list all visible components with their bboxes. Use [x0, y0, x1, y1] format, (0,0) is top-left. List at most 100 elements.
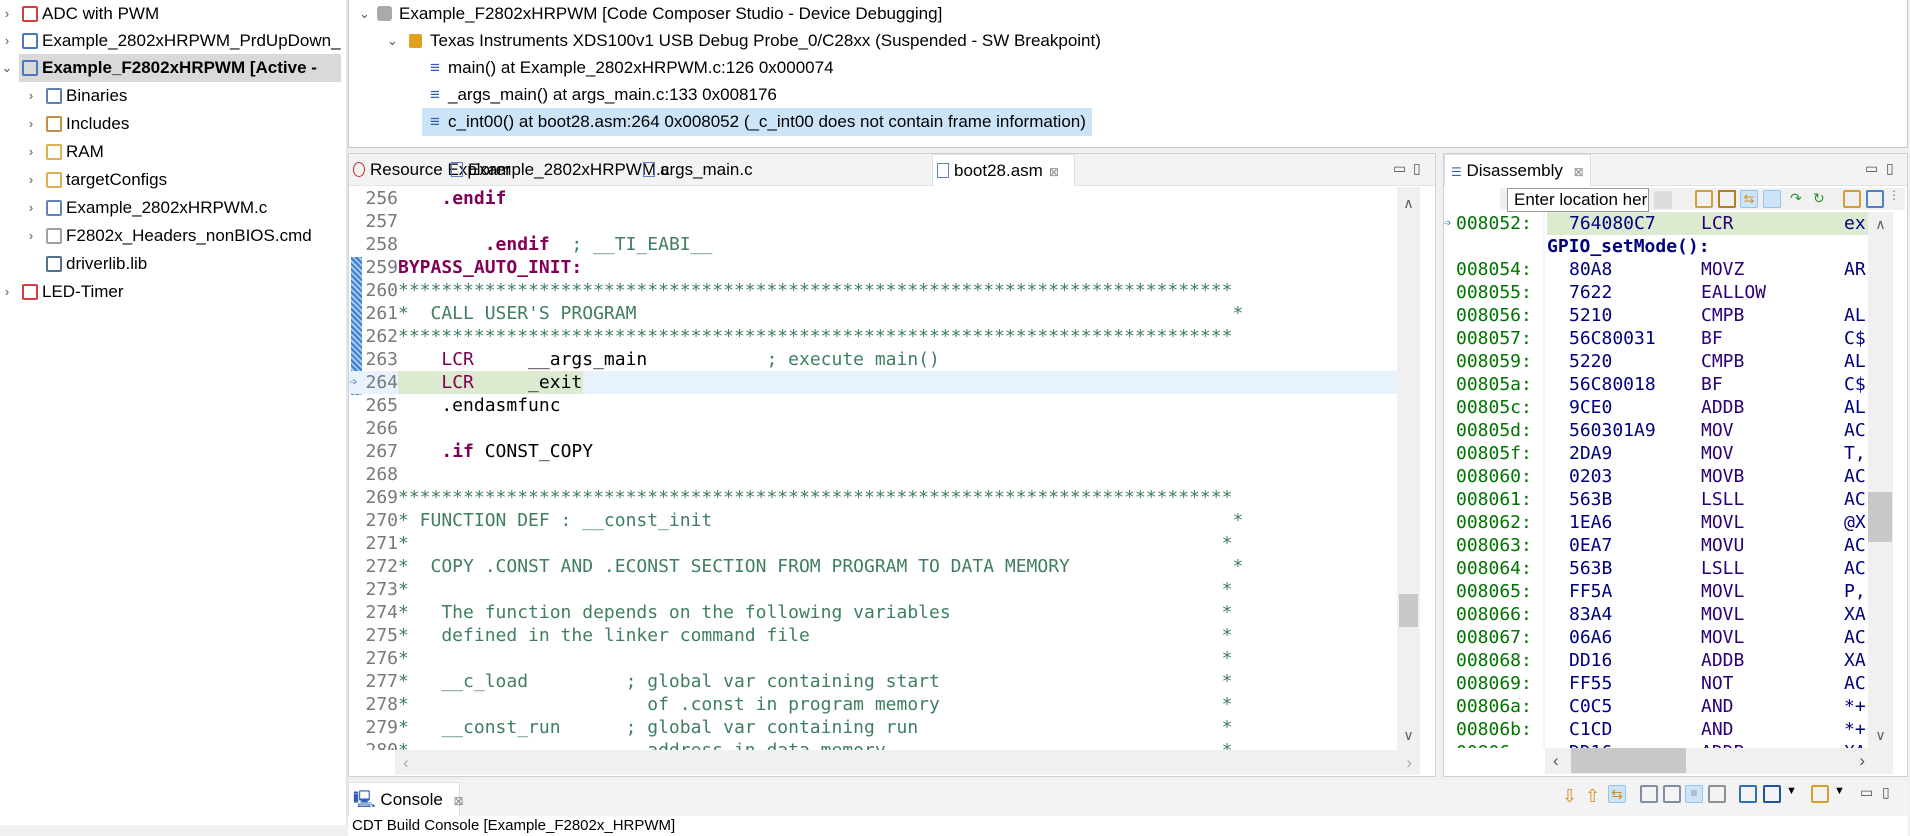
editor-horizontal-scrollbar[interactable]: ‹ › [395, 750, 1420, 775]
maximize-icon[interactable]: ▯ [1886, 160, 1900, 176]
scroll-right-icon[interactable]: › [1406, 753, 1412, 773]
new-view-icon[interactable] [1843, 190, 1861, 208]
pin-icon[interactable] [1866, 190, 1884, 208]
scroll-right-icon[interactable]: › [1859, 751, 1865, 771]
tree-item[interactable]: › Example_2802xHRPWM.c [0, 194, 346, 222]
maximize-icon[interactable]: ▯ [1882, 784, 1896, 800]
scrollbar-thumb[interactable] [1868, 492, 1892, 542]
step-into-icon[interactable]: ↷ [1790, 190, 1808, 208]
disassembly-row[interactable]: 008060: 0203 MOVB AC [1444, 465, 1868, 488]
disassembly-horizontal-scrollbar[interactable]: ‹ › [1545, 748, 1893, 774]
scroll-left-icon[interactable]: ‹ [403, 753, 409, 773]
disassembly-row[interactable]: 00805a: 56C80018 BF C$ [1444, 373, 1868, 396]
lock-icon[interactable] [1663, 785, 1681, 803]
minimize-icon[interactable]: ▭ [1865, 160, 1879, 176]
scrollbar-thumb[interactable] [1571, 748, 1686, 773]
refresh-icon[interactable] [1695, 190, 1713, 208]
scroll-down-icon[interactable]: ∨ [1868, 727, 1893, 744]
pin-console-icon[interactable] [1739, 785, 1757, 803]
disassembly-row[interactable]: 008063: 0EA7 MOVU AC [1444, 534, 1868, 557]
link-icon[interactable]: ⇆ [1608, 785, 1626, 803]
chevron-down-icon[interactable]: ⌄ [0, 54, 14, 82]
scroll-up-icon[interactable]: ∧ [1868, 216, 1893, 233]
open-console-icon[interactable] [1811, 785, 1829, 803]
chevron-right-icon[interactable]: › [0, 278, 14, 306]
disassembly-row[interactable]: 00805c: 9CE0 ADDB AL [1444, 396, 1868, 419]
dropdown-icon[interactable]: ▼ [1834, 785, 1852, 803]
home-icon[interactable] [1718, 190, 1736, 208]
tab-args-main-c[interactable]: args_main.c [639, 154, 799, 186]
disassembly-row[interactable]: 00806a: C0C5 AND *+ [1444, 695, 1868, 718]
disassembly-row[interactable]: 00805f: 2DA9 MOV T, [1444, 442, 1868, 465]
editor-vertical-scrollbar[interactable]: ∧ ∨ [1397, 187, 1420, 750]
disassembly-row[interactable]: 008069: FF55 NOT AC [1444, 672, 1868, 695]
disassembly-listing[interactable]: ➩ 008052: 764080C7 LCR ex GPIO_setMode(): 0080… [1444, 212, 1868, 748]
disassembly-row[interactable]: 008065: FF5A MOVL P, [1444, 580, 1868, 603]
minimize-icon[interactable]: ▭ [1393, 160, 1407, 176]
tree-item[interactable]: › F2802x_Headers_nonBIOS.cmd [0, 222, 346, 250]
disassembly-row[interactable]: 008066: 83A4 MOVL XA [1444, 603, 1868, 626]
tab-console[interactable]: 🖳 Console ⊠ [348, 782, 464, 816]
scrollbar-thumb[interactable] [1399, 594, 1418, 627]
disassembly-row[interactable]: 008059: 5220 CMPB AL [1444, 350, 1868, 373]
chevron-down-icon[interactable]: ⌄ [359, 0, 370, 28]
location-input[interactable] [1507, 188, 1649, 212]
chevron-right-icon[interactable]: › [24, 110, 38, 138]
disassembly-row[interactable]: 00806b: C1CD AND *+ [1444, 718, 1868, 741]
tree-item[interactable]: ⌄ Example_F2802xHRPWM [Active - [2, 54, 341, 82]
disassembly-row[interactable]: 00806c: DD16 ADDB XA [1444, 741, 1868, 748]
scroll-down-icon[interactable]: ∨ [1397, 727, 1420, 744]
tree-item[interactable]: › RAM [0, 138, 346, 166]
go-to-location-icon[interactable] [1654, 191, 1672, 209]
clear-console-icon[interactable] [1708, 785, 1726, 803]
scroll-up-arrow-icon[interactable]: ⇧ [1585, 786, 1603, 806]
scroll-lock-icon[interactable] [1640, 785, 1658, 803]
disassembly-row[interactable]: 008057: 56C80031 BF C$ [1444, 327, 1868, 350]
dropdown-icon[interactable]: ▼ [1786, 785, 1804, 803]
tree-item[interactable]: driverlib.lib [0, 250, 346, 278]
stack-frame[interactable]: ≡ c_int00() at boot28.asm:264 0x008052 (_… [422, 108, 1092, 136]
chevron-right-icon[interactable]: › [24, 166, 38, 194]
scroll-down-arrow-icon[interactable]: ⇩ [1562, 786, 1580, 806]
chevron-right-icon[interactable]: › [24, 138, 38, 166]
stack-frame[interactable]: ≡ _args_main() at args_main.c:133 0x00817… [422, 81, 783, 109]
close-icon[interactable]: ⊠ [1574, 165, 1584, 179]
chevron-right-icon[interactable]: › [24, 222, 38, 250]
tree-item[interactable]: › Example_2802xHRPWM_PrdUpDown_ [0, 27, 346, 55]
chevron-right-icon[interactable]: › [0, 0, 14, 28]
disassembly-row[interactable]: 00805d: 560301A9 MOV AC [1444, 419, 1868, 442]
close-icon[interactable]: ⊠ [1049, 165, 1059, 179]
disassembly-row[interactable]: 008055: 7622 EALLOW [1444, 281, 1868, 304]
disassembly-row[interactable]: 008062: 1EA6 MOVL @X [1444, 511, 1868, 534]
view-menu-icon[interactable]: ⋮ [1888, 188, 1906, 206]
word-wrap-icon[interactable]: ≡ [1685, 785, 1703, 803]
show-source-icon[interactable] [1763, 190, 1781, 208]
disassembly-row[interactable]: 008067: 06A6 MOVL AC [1444, 626, 1868, 649]
tree-item[interactable]: › ADC with PWM [0, 0, 346, 28]
tree-item[interactable]: › Binaries [0, 82, 346, 110]
link-with-editor-icon[interactable]: ⇆ [1740, 190, 1758, 208]
display-console-icon[interactable] [1763, 785, 1781, 803]
disassembly-row[interactable]: ➩ 008052: 764080C7 LCR ex [1444, 212, 1868, 235]
disassembly-row[interactable]: 008054: 80A8 MOVZ AR [1444, 258, 1868, 281]
tree-item[interactable]: › Includes [0, 110, 346, 138]
disassembly-row[interactable]: 008061: 563B LSLL AC [1444, 488, 1868, 511]
disassembly-row[interactable]: 008068: DD16 ADDB XA [1444, 649, 1868, 672]
disassembly-vertical-scrollbar[interactable]: ∧ ∨ [1868, 212, 1893, 748]
chevron-right-icon[interactable]: › [24, 194, 38, 222]
stack-frame[interactable]: ≡ main() at Example_2802xHRPWM.c:126 0x00… [422, 54, 840, 82]
code-area[interactable]: 256 .endif 257 258 .endif ; __TI_EABI__ 259… [349, 187, 1397, 750]
disassembly-row[interactable]: GPIO_setMode(): [1444, 235, 1868, 258]
chevron-right-icon[interactable]: › [24, 82, 38, 110]
chevron-right-icon[interactable]: › [0, 27, 14, 55]
scroll-up-icon[interactable]: ∧ [1397, 195, 1420, 212]
scroll-left-icon[interactable]: ‹ [1553, 751, 1559, 771]
step-over-icon[interactable]: ↻ [1813, 190, 1831, 208]
minimize-icon[interactable]: ▭ [1860, 784, 1874, 800]
disassembly-row[interactable]: 008064: 563B LSLL AC [1444, 557, 1868, 580]
close-icon[interactable]: ⊠ [454, 794, 464, 808]
tree-item[interactable]: › LED-Timer [0, 278, 346, 306]
tab-boot28-asm[interactable]: boot28.asm ⊠ [932, 154, 1075, 186]
chevron-down-icon[interactable]: ⌄ [387, 27, 398, 55]
disassembly-row[interactable]: 008056: 5210 CMPB AL [1444, 304, 1868, 327]
